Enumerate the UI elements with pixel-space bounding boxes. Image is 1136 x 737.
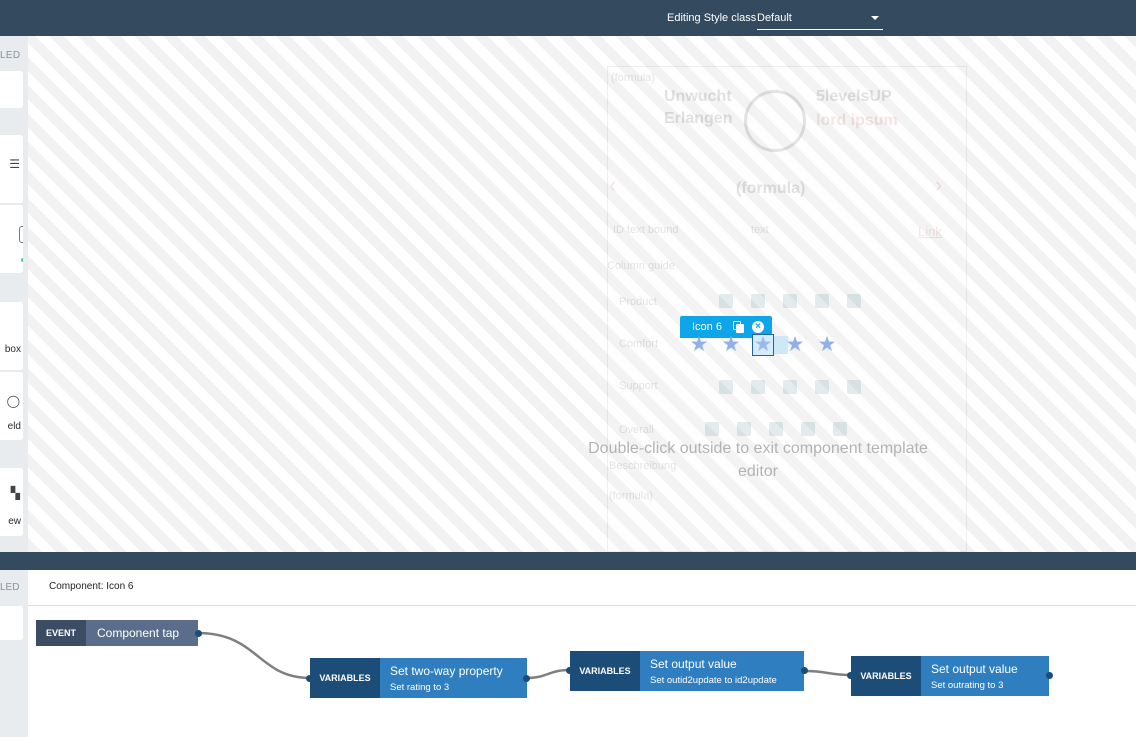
component-card-checkbox[interactable]: box [0, 302, 23, 370]
component-card[interactable] [0, 71, 23, 108]
component-card-field[interactable]: ◯ eld [0, 372, 23, 440]
node-subtitle: Set outrating to 3 [931, 680, 1004, 691]
close-icon[interactable]: × [752, 321, 764, 333]
preview-col-a: ID text bound [613, 224, 679, 236]
star-icon[interactable]: ★ [784, 334, 806, 356]
output-port[interactable] [523, 675, 530, 682]
top-bar: Editing Style class Default [0, 0, 1136, 36]
panel-divider[interactable] [0, 552, 1136, 570]
preview-row-label: Product [619, 296, 657, 308]
flow-node-set-two-way-property[interactable]: VARIABLES Set two-way property Set ratin… [310, 658, 527, 698]
view-icon: ▚ [10, 486, 20, 500]
style-class-label: Editing Style class [667, 12, 757, 24]
input-port[interactable] [847, 672, 854, 679]
output-port[interactable] [801, 667, 808, 674]
connection-wire [804, 669, 852, 677]
duplicate-icon[interactable] [733, 321, 745, 333]
star-icon[interactable]: ★ [688, 334, 710, 356]
preview-icon-row [719, 294, 861, 308]
panel-header: LED [0, 582, 20, 593]
input-port[interactable] [306, 675, 313, 682]
preview-col-b: text [751, 224, 769, 236]
preview-section: Column guide [607, 260, 675, 272]
status-dot [21, 258, 23, 262]
preview-link: Link [918, 224, 942, 239]
style-class-value: Default [757, 12, 792, 24]
logic-editor[interactable]: Component: Icon 6 EVENT Component tap VA… [28, 570, 1136, 737]
node-tag: VARIABLES [310, 658, 380, 698]
input-icon [19, 226, 23, 243]
output-port[interactable] [195, 630, 202, 637]
star-icon[interactable]: ★ [720, 334, 742, 356]
node-title: Set output value [931, 662, 1018, 676]
component-panel: LED ☰ box ◯ eld ▚ ew [0, 36, 28, 552]
node-title: Set two-way property [390, 664, 503, 678]
preview-brand-right-2: lord ipsum [816, 112, 898, 129]
star-icon[interactable]: ★ [816, 334, 838, 356]
preview-row-label: Overall [619, 424, 654, 436]
output-port[interactable] [1046, 672, 1053, 679]
chevron-right-icon: › [935, 172, 943, 197]
node-tag: VARIABLES [851, 656, 921, 696]
node-title: Set output value [650, 657, 737, 671]
component-card-view[interactable]: ▚ ew [0, 468, 23, 536]
component-panel-bottom: LED [0, 570, 28, 737]
chevron-left-icon: ‹ [609, 172, 617, 197]
editor-canvas[interactable]: (formula) Unwucht Erlangen 5levelsUP lor… [28, 36, 1136, 552]
star-icon[interactable]: ★ [752, 334, 774, 356]
event-tag: EVENT [36, 620, 86, 646]
exit-editor-hint: Double-click outside to exit component t… [588, 440, 928, 480]
field-icon: ◯ [6, 394, 20, 408]
node-tag: VARIABLES [570, 651, 640, 691]
preview-brand-left-2: Erlangen [664, 110, 733, 127]
preview-row-label: Support [619, 380, 658, 392]
preview-title: (formula) [736, 180, 806, 197]
flow-node-set-output-value[interactable]: VARIABLES Set output value Set outrating… [851, 656, 1049, 696]
panel-header: LED [0, 50, 21, 61]
node-subtitle: Set rating to 3 [390, 682, 450, 693]
connection-wire [197, 631, 311, 680]
preview-formula-top: (formula) [611, 72, 656, 84]
flow-node-set-output-value[interactable]: VARIABLES Set output value Set outid2upd… [570, 651, 804, 691]
component-card[interactable] [0, 205, 23, 273]
input-port[interactable] [566, 667, 573, 674]
logo-icon [744, 90, 806, 152]
preview-row-label: Comfort [619, 338, 659, 350]
preview-footer-value: (formula) [609, 490, 654, 502]
chevron-down-icon [871, 16, 879, 20]
preview-icon-row [705, 422, 847, 436]
preview-icon-row [719, 380, 861, 394]
preview-brand-right-1: 5levelsUP [816, 88, 892, 105]
list-icon: ☰ [9, 157, 20, 171]
event-title: Component tap [86, 620, 198, 646]
component-card[interactable]: ☰ [0, 135, 23, 203]
preview-brand-left-1: Unwucht [664, 88, 732, 105]
selected-component-name: Icon 6 [692, 321, 722, 333]
component-card[interactable] [0, 606, 23, 640]
connection-wire [525, 668, 571, 680]
style-class-select[interactable]: Default [757, 9, 883, 30]
event-node-component-tap[interactable]: EVENT Component tap [36, 620, 198, 646]
node-subtitle: Set outid2update to id2update [650, 675, 777, 686]
